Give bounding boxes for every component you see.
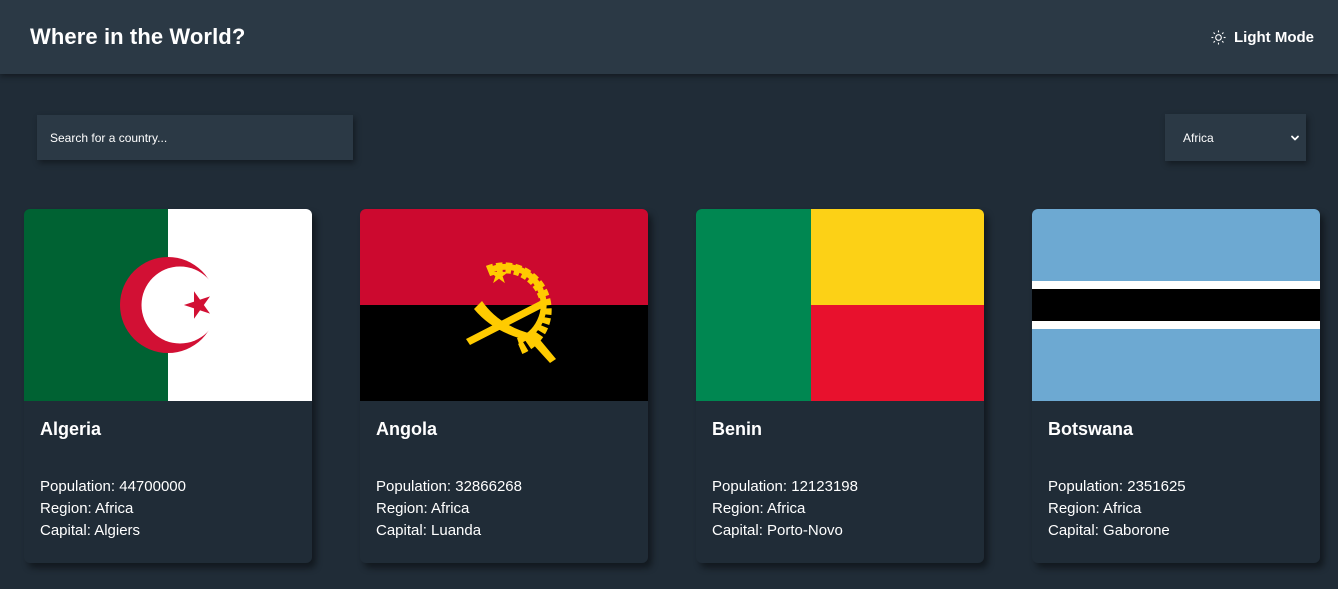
capital-value: Gaborone [1103,522,1170,539]
population-line: Population: 44700000 [40,476,296,498]
theme-toggle-button[interactable]: Light Mode [1211,29,1314,46]
capital-line: Capital: Gaborone [1048,520,1304,542]
capital-label: Capital: [376,522,427,539]
population-label: Population: [712,478,788,495]
angola-flag-icon [360,209,648,401]
region-label: Region: [40,500,92,517]
country-card[interactable]: Algeria Population: 44700000 Region: Afr… [24,209,312,563]
capital-label: Capital: [1048,522,1099,539]
region-line: Region: Africa [40,498,296,520]
region-label: Region: [712,500,764,517]
country-name: Algeria [40,419,102,439]
population-line: Population: 2351625 [1048,476,1304,498]
region-value: Africa [767,500,806,517]
region-filter-select[interactable]: Africa [1165,114,1306,161]
sun-icon [1211,29,1226,45]
capital-value: Algiers [94,522,141,539]
capital-value: Porto-Novo [767,522,843,539]
country-card[interactable]: Botswana Population: 2351625 Region: Afr… [1032,209,1320,563]
region-line: Region: Africa [712,498,968,520]
capital-value: Luanda [431,522,482,539]
country-grid: Algeria Population: 44700000 Region: Afr… [24,209,1320,563]
country-name: Benin [712,419,763,439]
region-line: Region: Africa [1048,498,1304,520]
page-title: Where in the World? [30,24,246,49]
population-value: 32866268 [455,478,522,495]
population-label: Population: [376,478,452,495]
capital-line: Capital: Porto-Novo [712,520,968,542]
region-line: Region: Africa [376,498,632,520]
theme-toggle-label: Light Mode [1234,28,1314,46]
population-line: Population: 12123198 [712,476,968,498]
capital-line: Capital: Luanda [376,520,632,542]
region-filter-value: Africa [1183,130,1214,145]
app-header: Where in the World? Light Mode [0,0,1338,74]
country-card[interactable]: Angola Population: 32866268 Region: Afri… [360,209,648,563]
botswana-flag-icon [1032,209,1320,401]
search-input[interactable] [50,130,353,145]
capital-label: Capital: [40,522,91,539]
population-value: 2351625 [1127,478,1186,495]
algeria-flag-icon [24,209,312,401]
population-label: Population: [40,478,116,495]
population-line: Population: 32866268 [376,476,632,498]
search-box [37,115,353,160]
region-label: Region: [376,500,428,517]
chevron-down-icon [1291,135,1299,140]
country-name: Angola [376,419,437,439]
population-label: Population: [1048,478,1124,495]
country-name: Botswana [1048,419,1134,439]
region-value: Africa [1103,500,1142,517]
country-card[interactable]: Benin Population: 12123198 Region: Afric… [696,209,984,563]
region-value: Africa [431,500,470,517]
region-label: Region: [1048,500,1100,517]
capital-label: Capital: [712,522,763,539]
benin-flag-icon [696,209,984,401]
population-value: 44700000 [119,478,186,495]
capital-line: Capital: Algiers [40,520,296,542]
region-value: Africa [95,500,134,517]
population-value: 12123198 [791,478,858,495]
